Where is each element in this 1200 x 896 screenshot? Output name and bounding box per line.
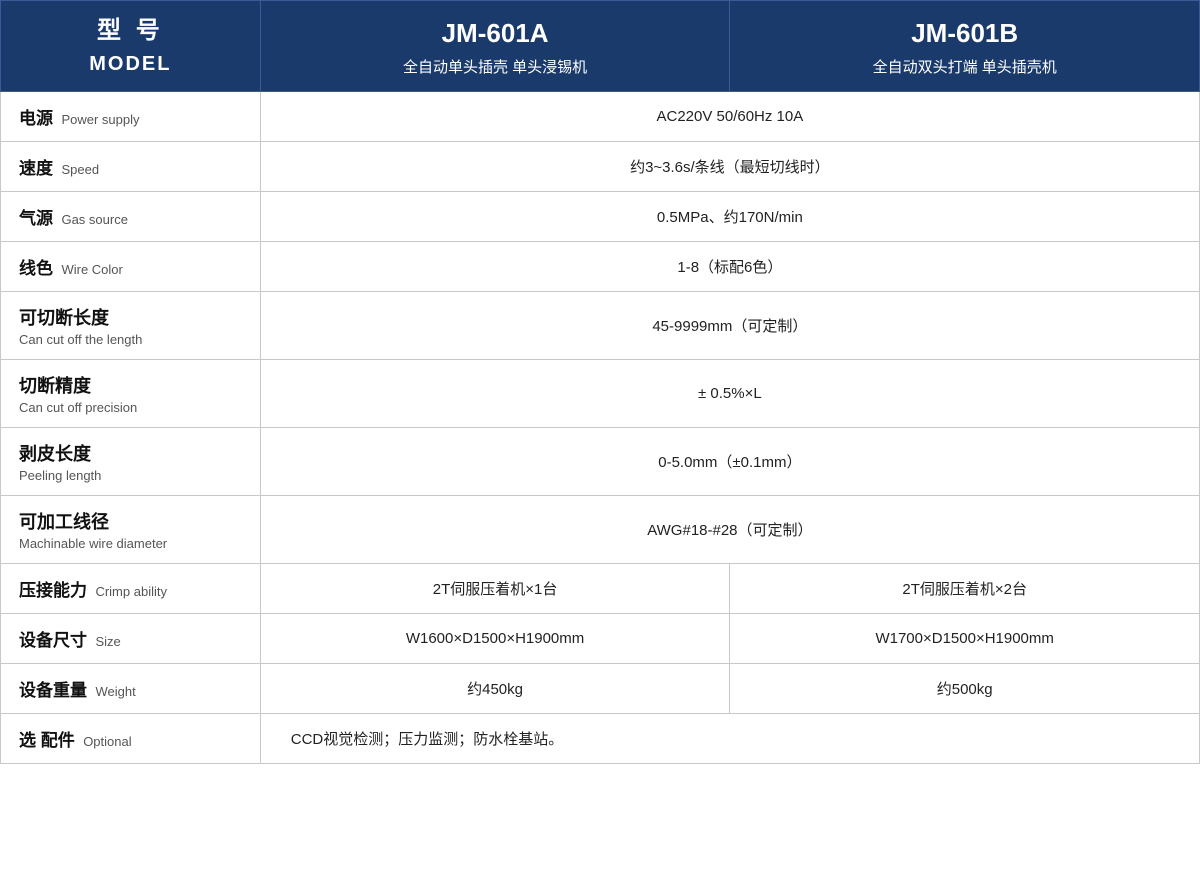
label-zh-crimp: 压接能力: [19, 581, 87, 600]
label-en-crimp: Crimp ability: [95, 584, 167, 599]
label-weight: 设备重量 Weight: [1, 663, 261, 713]
row-cutprecision: 切断精度 Can cut off precision ± 0.5%×L: [1, 359, 1200, 427]
jm601a-header: JM-601A 全自动单头插壳 单头浸锡机: [260, 1, 730, 92]
label-gas: 气源 Gas source: [1, 191, 261, 241]
label-zh-speed: 速度: [19, 159, 53, 178]
label-zh-gas: 气源: [19, 209, 53, 228]
jm601a-number: JM-601A: [269, 11, 722, 55]
label-en-weight: Weight: [95, 684, 135, 699]
label-en-wirecolor: Wire Color: [61, 262, 122, 277]
value-weight-a: 约450kg: [260, 663, 730, 713]
row-cutlength: 可切断长度 Can cut off the length 45-9999mm（可…: [1, 291, 1200, 359]
label-wirediameter: 可加工线径 Machinable wire diameter: [1, 495, 261, 563]
label-en-cutprecision: Can cut off precision: [19, 400, 242, 415]
row-crimp: 压接能力 Crimp ability 2T伺服压着机×1台 2T伺服压着机×2台: [1, 563, 1200, 613]
label-en-peeling: Peeling length: [19, 468, 242, 483]
value-wirediameter: AWG#18-#28（可定制）: [260, 495, 1199, 563]
value-power: AC220V 50/60Hz 10A: [260, 91, 1199, 141]
row-weight: 设备重量 Weight 约450kg 约500kg: [1, 663, 1200, 713]
value-size-b: W1700×D1500×H1900mm: [730, 613, 1200, 663]
label-zh-power: 电源: [19, 109, 53, 128]
row-peeling: 剥皮长度 Peeling length 0-5.0mm（±0.1mm）: [1, 427, 1200, 495]
jm601b-number: JM-601B: [738, 11, 1191, 55]
label-en-size: Size: [95, 634, 120, 649]
value-size-a: W1600×D1500×H1900mm: [260, 613, 730, 663]
label-en-cutlength: Can cut off the length: [19, 332, 242, 347]
value-peeling: 0-5.0mm（±0.1mm）: [260, 427, 1199, 495]
value-wirecolor: 1-8（标配6色）: [260, 241, 1199, 291]
specs-table: 型 号 MODEL JM-601A 全自动单头插壳 单头浸锡机 JM-601B …: [0, 0, 1200, 764]
label-zh-size: 设备尺寸: [19, 631, 87, 650]
label-zh-wirediameter: 可加工线径: [19, 508, 242, 534]
jm601b-desc: 全自动双头打端 单头插壳机: [738, 55, 1191, 81]
label-zh-peeling: 剥皮长度: [19, 440, 242, 466]
label-en-speed: Speed: [61, 162, 99, 177]
label-wirecolor: 线色 Wire Color: [1, 241, 261, 291]
value-weight-b: 约500kg: [730, 663, 1200, 713]
model-en: MODEL: [9, 49, 252, 79]
label-optional: 选 配件 Optional: [1, 713, 261, 763]
label-size: 设备尺寸 Size: [1, 613, 261, 663]
row-wirediameter: 可加工线径 Machinable wire diameter AWG#18-#2…: [1, 495, 1200, 563]
value-crimp-b: 2T伺服压着机×2台: [730, 563, 1200, 613]
label-speed: 速度 Speed: [1, 141, 261, 191]
label-zh-cutprecision: 切断精度: [19, 372, 242, 398]
label-zh-wirecolor: 线色: [19, 259, 53, 278]
label-en-wirediameter: Machinable wire diameter: [19, 536, 242, 551]
label-power: 电源 Power supply: [1, 91, 261, 141]
value-optional: CCD视觉检测；压力监测；防水栓基站。: [260, 713, 1199, 763]
value-gas: 0.5MPa、约170N/min: [260, 191, 1199, 241]
value-speed: 约3~3.6s/条线（最短切线时）: [260, 141, 1199, 191]
model-cell: 型 号 MODEL: [1, 1, 261, 92]
label-cutlength: 可切断长度 Can cut off the length: [1, 291, 261, 359]
row-power: 电源 Power supply AC220V 50/60Hz 10A: [1, 91, 1200, 141]
row-wirecolor: 线色 Wire Color 1-8（标配6色）: [1, 241, 1200, 291]
label-zh-cutlength: 可切断长度: [19, 304, 242, 330]
jm601a-desc: 全自动单头插壳 单头浸锡机: [269, 55, 722, 81]
label-peeling: 剥皮长度 Peeling length: [1, 427, 261, 495]
label-en-optional: Optional: [83, 734, 131, 749]
model-zh: 型 号: [9, 13, 252, 49]
row-gas: 气源 Gas source 0.5MPa、约170N/min: [1, 191, 1200, 241]
label-crimp: 压接能力 Crimp ability: [1, 563, 261, 613]
row-speed: 速度 Speed 约3~3.6s/条线（最短切线时）: [1, 141, 1200, 191]
row-optional: 选 配件 Optional CCD视觉检测；压力监测；防水栓基站。: [1, 713, 1200, 763]
label-en-gas: Gas source: [61, 212, 127, 227]
jm601b-header: JM-601B 全自动双头打端 单头插壳机: [730, 1, 1200, 92]
value-cutprecision: ± 0.5%×L: [260, 359, 1199, 427]
label-zh-weight: 设备重量: [19, 681, 87, 700]
value-crimp-a: 2T伺服压着机×1台: [260, 563, 730, 613]
row-size: 设备尺寸 Size W1600×D1500×H1900mm W1700×D150…: [1, 613, 1200, 663]
value-cutlength: 45-9999mm（可定制）: [260, 291, 1199, 359]
header-row: 型 号 MODEL JM-601A 全自动单头插壳 单头浸锡机 JM-601B …: [1, 1, 1200, 92]
label-cutprecision: 切断精度 Can cut off precision: [1, 359, 261, 427]
label-en-power: Power supply: [61, 112, 139, 127]
label-zh-optional: 选 配件: [19, 731, 75, 750]
